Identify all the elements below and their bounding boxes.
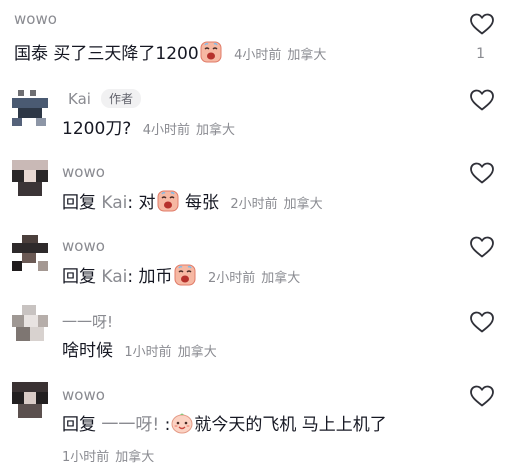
crying-face-emoji-icon (157, 190, 179, 212)
reply-prefix: 回复 (62, 193, 96, 213)
comment-location: 加拿大 (283, 197, 323, 212)
comment-location: 加拿大 (177, 345, 217, 360)
comment-time: 1小时前 (62, 450, 110, 465)
comment-text-before: : 对 (127, 193, 156, 213)
comment-text: 回复 Kai: 对 每张 2小时前 加拿大 (62, 190, 323, 217)
comment-text: 国泰 买了三天降了1200 4小时前 加拿大 (14, 41, 326, 68)
avatar[interactable] (12, 235, 48, 271)
reply-target-link[interactable]: 一一呀! (101, 415, 159, 435)
comment-meta-line: 1小时前 加拿大 (56, 444, 154, 470)
comment-meta: 2小时前 加拿大 (230, 197, 322, 212)
comment-location: 加拿大 (287, 48, 327, 63)
like-heart-icon[interactable] (469, 310, 495, 334)
reply-target-link[interactable]: Kai (101, 267, 127, 287)
reply-prefix: 回复 (62, 415, 96, 435)
comment-text-content: 国泰 买了三天降了1200 (14, 44, 199, 64)
comment-location: 加拿大 (195, 123, 235, 138)
comment-meta: 1小时前 加拿大 (62, 450, 154, 465)
reply-target-link[interactable]: Kai (101, 193, 127, 213)
comment-text: 啥时候 1小时前 加拿大 (62, 339, 217, 365)
comment-username[interactable]: 一一呀! (62, 311, 113, 332)
comment-username[interactable]: Kai 作者 (68, 89, 141, 108)
like-count: 1 (476, 46, 485, 62)
like-heart-icon[interactable] (469, 88, 495, 112)
comment-location: 加拿大 (115, 450, 155, 465)
comment-username[interactable]: wowo (14, 10, 57, 28)
comment-location: 加拿大 (261, 271, 301, 286)
comment-username[interactable]: wowo (62, 237, 105, 255)
like-heart-icon[interactable] (469, 12, 495, 36)
comment-text-content: 1200刀? (62, 119, 132, 139)
like-heart-icon[interactable] (469, 384, 495, 408)
like-heart-icon[interactable] (469, 161, 495, 185)
avatar[interactable] (12, 160, 48, 196)
crying-face-emoji-icon (200, 41, 222, 63)
comment-username[interactable]: wowo (62, 386, 105, 404)
comment-time: 4小时前 (234, 48, 282, 63)
comment-meta: 1小时前 加拿大 (124, 345, 216, 360)
avatar[interactable] (12, 305, 48, 341)
comment-text: 回复 一一呀! : 就今天的飞机 马上上机了 (62, 412, 387, 437)
comment-username[interactable]: wowo (62, 163, 105, 181)
comment-meta: 2小时前 加拿大 (208, 271, 300, 286)
crying-face-emoji-icon (174, 264, 196, 286)
like-heart-icon[interactable] (469, 235, 495, 259)
avatar[interactable] (12, 382, 48, 418)
comment-text-after: 就今天的飞机 马上上机了 (194, 415, 387, 435)
comment-time: 2小时前 (230, 197, 278, 212)
comment-text-content: 啥时候 (62, 341, 113, 361)
comment-text-before: : (164, 415, 171, 435)
comment-text: 1200刀? 4小时前 加拿大 (62, 117, 235, 143)
smiling-face-emoji-icon (171, 413, 193, 434)
avatar[interactable] (12, 90, 48, 126)
comment-time: 1小时前 (124, 345, 172, 360)
comment-username-text[interactable]: Kai (68, 90, 91, 108)
comment-text-before: : 加币 (127, 267, 173, 287)
reply-prefix: 回复 (62, 267, 96, 287)
comment-meta: 4小时前 加拿大 (234, 48, 326, 63)
comment-meta: 4小时前 加拿大 (143, 123, 235, 138)
comment-text-after: 每张 (184, 193, 219, 213)
author-badge: 作者 (100, 89, 141, 108)
comment-time: 2小时前 (207, 271, 256, 286)
comment-text: 回复 Kai: 加币 2小时前 加拿大 (62, 264, 300, 291)
comment-time: 4小时前 (142, 123, 190, 138)
